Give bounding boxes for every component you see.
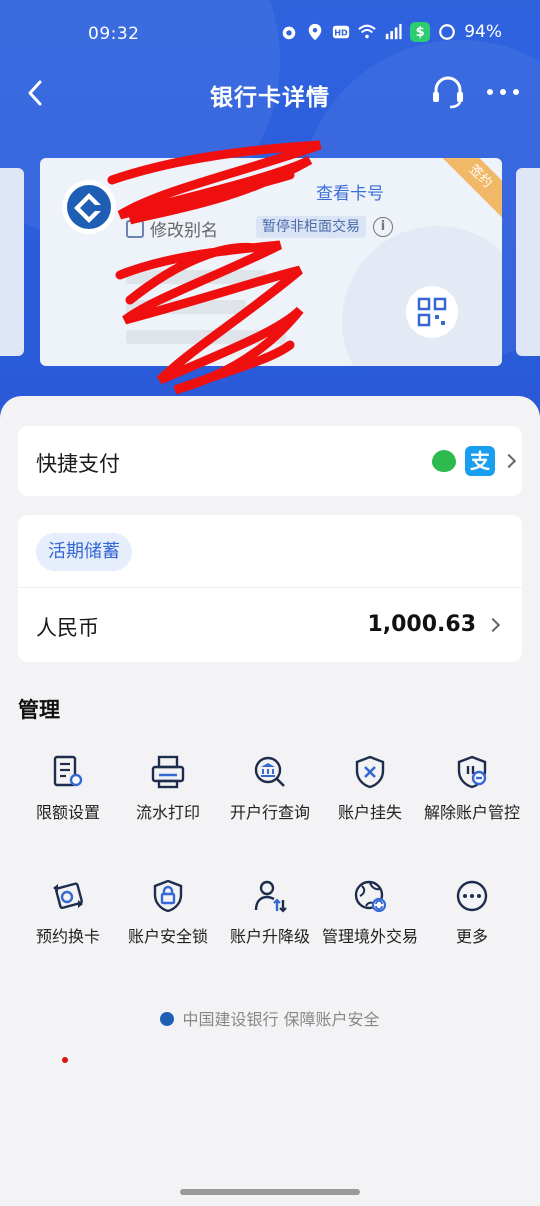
qr-code-icon <box>417 297 447 327</box>
remove-account-control-label: 解除账户管控 <box>423 803 520 822</box>
ccb-mini-logo-icon <box>160 1012 175 1026</box>
customer-service-icon[interactable] <box>430 74 466 110</box>
signed-corner-badge: 签约 <box>436 158 502 221</box>
security-footer-note: 中国建设银行 保障账户安全 <box>0 1006 540 1030</box>
account-level-change-button[interactable]: 账户升降级 <box>220 878 320 948</box>
account-level-change-label: 账户升降级 <box>229 927 310 946</box>
statement-print-button[interactable]: 流水打印 <box>118 754 218 824</box>
more-services-button[interactable]: 更多 <box>422 878 522 948</box>
alipay-icon: 支 <box>465 446 495 476</box>
report-loss-button[interactable]: 账户挂失 <box>320 754 420 824</box>
management-title: 管理 <box>18 698 60 722</box>
globe-cycle-icon <box>354 880 387 913</box>
edit-alias-button[interactable]: 修改别名 <box>126 216 218 241</box>
report-loss-label: 账户挂失 <box>337 803 402 822</box>
battery-ring-icon <box>439 24 456 40</box>
currency-label: 人民币 <box>36 616 99 640</box>
overseas-transaction-label: 管理境外交易 <box>321 927 418 946</box>
card-replacement-label: 预约换卡 <box>35 927 100 946</box>
next-card-peek[interactable] <box>516 168 540 356</box>
shield-lock-icon <box>153 879 183 913</box>
red-dot <box>62 1057 68 1063</box>
quick-pay-label: 快捷支付 <box>36 452 120 476</box>
savings-account-panel: 活期储蓄 人民币 1,000.63 <box>18 515 522 662</box>
signal-icon <box>386 23 402 40</box>
remove-account-control-button[interactable]: 解除账户管控 <box>422 754 522 824</box>
overseas-transaction-button[interactable]: 管理境外交易 <box>320 878 420 948</box>
security-badge-icon: $ <box>410 22 431 42</box>
bank-branch-query-label: 开户行查询 <box>229 803 310 822</box>
more-dots-icon[interactable] <box>486 82 520 102</box>
qr-code-button[interactable] <box>406 286 458 338</box>
status-bar: 09:32 HD $ 94% <box>0 0 540 70</box>
quick-pay-row[interactable]: 快捷支付 支 <box>18 426 522 496</box>
rmb-balance-row[interactable]: 人民币 1,000.63 <box>18 588 522 662</box>
home-indicator[interactable] <box>180 1189 360 1195</box>
card-replacement-button[interactable]: 预约换卡 <box>18 878 118 948</box>
battery-percent: 94% <box>464 22 502 42</box>
limit-settings-label: 限额设置 <box>35 803 100 822</box>
svg-text:HD: HD <box>334 28 348 38</box>
hd-icon: HD <box>333 25 350 39</box>
more-circle-icon <box>456 880 488 912</box>
ccb-logo-icon <box>62 180 116 234</box>
suspend-status-tag: 暂停非柜面交易 <box>256 216 366 238</box>
shield-minus-icon <box>457 755 487 789</box>
edit-alias-label: 修改别名 <box>150 221 218 241</box>
card-info-line <box>126 270 266 284</box>
info-icon[interactable]: i <box>373 217 393 237</box>
savings-type-tag: 活期储蓄 <box>36 533 132 571</box>
wifi-icon <box>358 24 376 39</box>
user-updown-icon <box>254 880 287 913</box>
bank-search-icon <box>254 756 285 787</box>
shield-x-icon <box>355 755 385 789</box>
limit-settings-button[interactable]: 限额设置 <box>18 754 118 824</box>
bank-branch-query-button[interactable]: 开户行查询 <box>220 754 320 824</box>
footer-text: 中国建设银行 保障账户安全 <box>182 1010 380 1029</box>
bank-card[interactable]: 查看卡号 修改别名 暂停非柜面交易 i 签约 <box>40 158 502 366</box>
alarm-icon <box>282 26 296 40</box>
card-info-line <box>126 300 246 314</box>
statement-print-label: 流水打印 <box>135 803 200 822</box>
account-security-lock-label: 账户安全锁 <box>127 927 208 946</box>
status-time: 09:32 <box>88 24 140 44</box>
view-card-number-link[interactable]: 查看卡号 <box>316 179 384 204</box>
printer-icon <box>151 755 185 789</box>
card-info-line <box>126 330 286 344</box>
more-services-label: 更多 <box>455 927 488 946</box>
status-icons: HD $ 94% <box>280 22 502 42</box>
chevron-right-icon <box>485 617 501 633</box>
wechat-pay-icon <box>432 450 456 472</box>
chevron-right-icon <box>501 453 517 469</box>
navigation-bar: 银行卡详情 <box>0 68 540 118</box>
edit-icon <box>126 219 144 238</box>
limit-settings-icon <box>53 755 83 787</box>
previous-card-peek[interactable] <box>0 168 24 356</box>
balance-amount: 1,000.63 <box>367 612 476 637</box>
account-security-lock-button[interactable]: 账户安全锁 <box>118 878 218 948</box>
location-icon <box>308 23 322 41</box>
card-swap-icon <box>53 882 83 909</box>
